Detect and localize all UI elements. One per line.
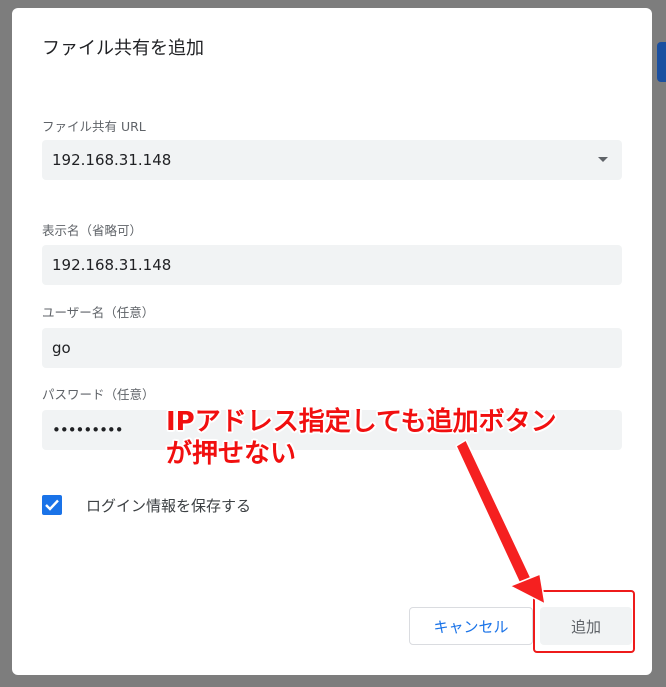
annotation-arrow: [455, 439, 546, 605]
annotation-text: IPアドレス指定しても追加ボタン が押せない: [166, 406, 557, 470]
annotation-line-2: が押せない: [166, 439, 297, 469]
annotation-line-1: IPアドレス指定しても追加ボタン: [166, 407, 557, 437]
